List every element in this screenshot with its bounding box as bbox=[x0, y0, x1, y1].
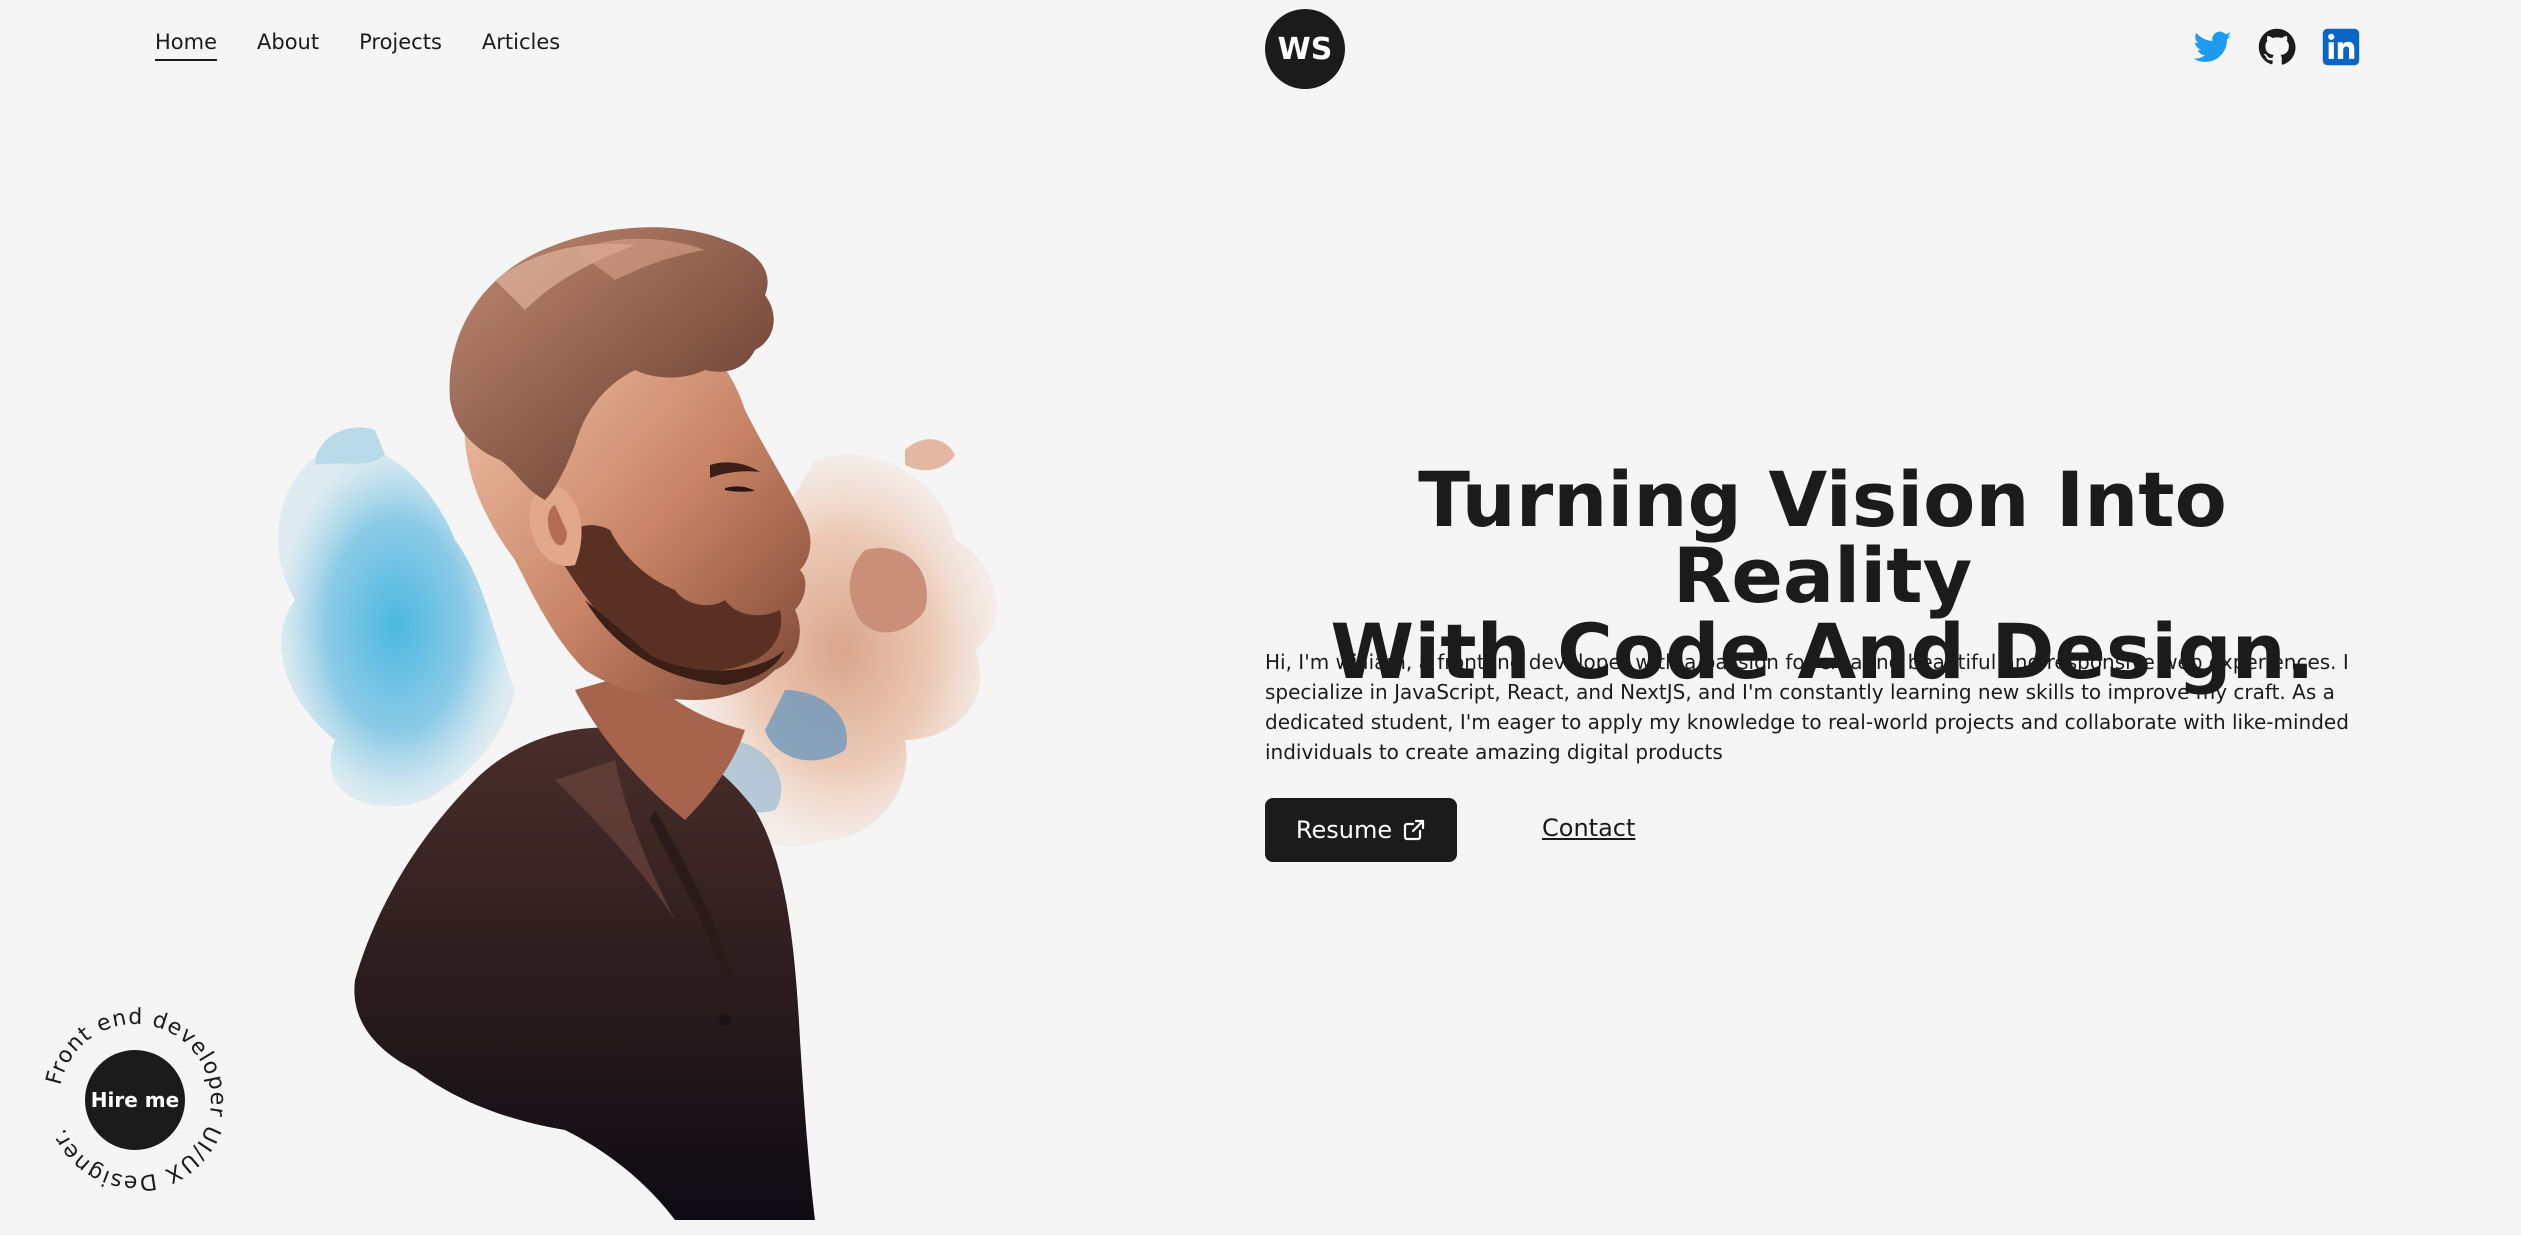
hire-me-badge: Front end developer UI/UX Designer. Hire… bbox=[40, 1005, 230, 1195]
resume-button[interactable]: Resume bbox=[1265, 798, 1457, 862]
nav-about-link[interactable]: About bbox=[257, 30, 319, 54]
contact-link[interactable]: Contact bbox=[1542, 814, 1635, 842]
linkedin-icon[interactable] bbox=[2322, 28, 2360, 66]
profile-portrait-illustration bbox=[278, 227, 997, 1220]
hero-headline-line1: Turning Vision Into Reality bbox=[1418, 455, 2227, 620]
external-link-icon bbox=[1404, 819, 1425, 841]
page: Home About Projects Articles WS Turning … bbox=[0, 0, 2521, 1235]
logo-text: WS bbox=[1277, 31, 1333, 67]
site-logo[interactable]: WS bbox=[1265, 9, 1345, 89]
nav-home-link[interactable]: Home bbox=[155, 30, 218, 61]
github-icon[interactable] bbox=[2258, 28, 2296, 66]
main-nav: Home About Projects Articles bbox=[155, 30, 560, 61]
resume-button-label: Resume bbox=[1295, 816, 1393, 844]
twitter-icon[interactable] bbox=[2194, 28, 2232, 66]
hire-me-button[interactable]: Hire me bbox=[85, 1050, 185, 1150]
hire-me-label: Hire me bbox=[90, 1088, 180, 1112]
nav-articles-link[interactable]: Articles bbox=[482, 30, 560, 54]
hero-bio: Hi, I'm william, a frontend developer wi… bbox=[1265, 650, 2349, 764]
nav-projects-link[interactable]: Projects bbox=[359, 30, 442, 54]
